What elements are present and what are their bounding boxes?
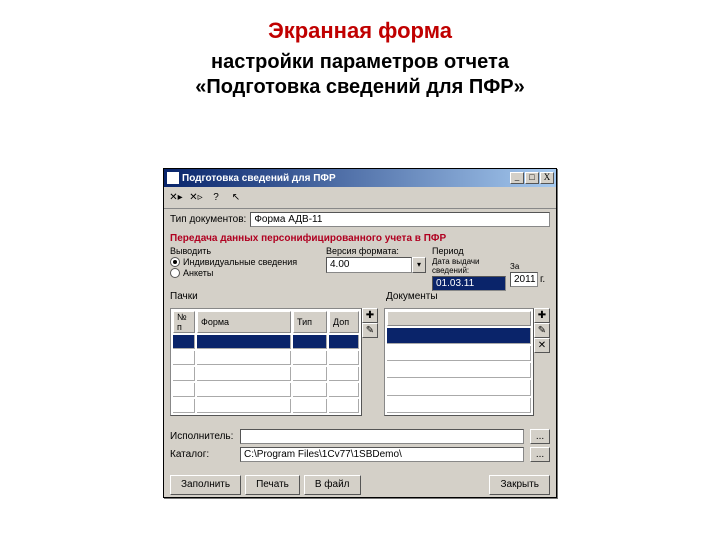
cursor-icon[interactable]: ↖ xyxy=(228,190,244,206)
year-input[interactable]: 2011 xyxy=(510,272,538,287)
toolbar: ✕▸ ✕▹ ? ↖ xyxy=(164,187,556,209)
options-grid: Выводить Индивидуальные сведения Анкеты … xyxy=(164,246,556,291)
table-row[interactable] xyxy=(173,351,359,365)
fill-button[interactable]: Заполнить xyxy=(170,475,241,495)
help-icon[interactable]: ? xyxy=(208,190,224,206)
section-heading: Передача данных персонифицированного уче… xyxy=(164,227,556,246)
radio-individual[interactable]: Индивидуальные сведения xyxy=(170,257,320,267)
col-dop[interactable]: Доп xyxy=(329,311,359,333)
packs-table[interactable]: № п Форма Тип Доп xyxy=(170,308,362,416)
chevron-down-icon[interactable]: ▾ xyxy=(412,257,426,273)
performer-label: Исполнитель: xyxy=(170,431,234,442)
table-row[interactable] xyxy=(387,346,531,361)
minimize-button[interactable]: _ xyxy=(510,172,524,184)
documents-label: Документы xyxy=(386,291,438,302)
radio-dot-icon xyxy=(170,257,180,267)
footer-buttons: Заполнить Печать В файл Закрыть xyxy=(164,469,556,501)
table-row[interactable] xyxy=(387,363,531,378)
table-row[interactable] xyxy=(173,399,359,413)
output-group-label: Выводить xyxy=(170,246,320,256)
radio-individual-label: Индивидуальные сведения xyxy=(183,257,297,267)
col-num[interactable]: № п xyxy=(173,311,195,333)
catalog-browse-button[interactable]: ... xyxy=(530,447,550,462)
year-suffix: г. xyxy=(540,274,545,285)
close-window-button[interactable]: X xyxy=(540,172,554,184)
format-value[interactable]: 4.00 xyxy=(326,257,412,273)
close-button[interactable]: Закрыть xyxy=(489,475,550,495)
za-label: За xyxy=(510,262,550,271)
date-label: Дата выдачи сведений: xyxy=(432,257,506,275)
page-subtitle: настройки параметров отчета «Подготовка … xyxy=(0,50,720,100)
catalog-input[interactable]: C:\Program Files\1Cv77\1SBDemo\ xyxy=(240,447,524,462)
radio-ankety-label: Анкеты xyxy=(183,268,213,278)
performer-browse-button[interactable]: ... xyxy=(530,429,550,444)
packs-add-button[interactable]: ✚ xyxy=(362,308,378,323)
window-title: Подготовка сведений для ПФР xyxy=(182,173,510,184)
docs-add-button[interactable]: ✚ xyxy=(534,308,550,323)
table-row[interactable] xyxy=(173,335,359,349)
page-title: Экранная форма xyxy=(0,18,720,44)
col-form[interactable]: Форма xyxy=(197,311,291,333)
docs-edit-button[interactable]: ✎ xyxy=(534,323,550,338)
doc-type-input[interactable]: Форма АДВ-11 xyxy=(250,212,550,227)
app-icon xyxy=(167,172,179,184)
print-button[interactable]: Печать xyxy=(245,475,300,495)
toolbar-icon-2[interactable]: ✕▹ xyxy=(188,190,204,206)
page-subtitle-line1: настройки параметров отчета xyxy=(0,50,720,75)
to-file-button[interactable]: В файл xyxy=(304,475,361,495)
col-type[interactable]: Тип xyxy=(293,311,327,333)
table-row[interactable] xyxy=(387,398,531,413)
format-label: Версия формата: xyxy=(326,246,426,256)
toolbar-icon-1[interactable]: ✕▸ xyxy=(168,190,184,206)
table-row[interactable] xyxy=(387,380,531,395)
documents-table[interactable] xyxy=(384,308,534,416)
app-window: Подготовка сведений для ПФР _ □ X ✕▸ ✕▹ … xyxy=(163,168,557,498)
docs-delete-button[interactable]: ✕ xyxy=(534,338,550,353)
maximize-button[interactable]: □ xyxy=(525,172,539,184)
table-row[interactable] xyxy=(173,367,359,381)
docs-col[interactable] xyxy=(387,311,531,326)
table-row[interactable] xyxy=(387,328,531,343)
period-group-label: Период xyxy=(432,246,550,256)
tables-row: № п Форма Тип Доп ✚ ✎ xyxy=(164,302,556,422)
table-row[interactable] xyxy=(173,383,359,397)
doc-type-label: Тип документов: xyxy=(170,214,246,225)
date-input[interactable]: 01.03.11 xyxy=(432,276,506,291)
page-subtitle-line2: «Подготовка сведений для ПФР» xyxy=(0,75,720,100)
performer-input[interactable] xyxy=(240,429,524,444)
packs-label: Пачки xyxy=(170,291,386,302)
titlebar[interactable]: Подготовка сведений для ПФР _ □ X xyxy=(164,169,556,187)
radio-ankety[interactable]: Анкеты xyxy=(170,268,320,278)
format-combo[interactable]: 4.00 ▾ xyxy=(326,257,426,273)
doc-type-row: Тип документов: Форма АДВ-11 xyxy=(164,209,556,227)
radio-dot-icon xyxy=(170,268,180,278)
table-labels: Пачки Документы xyxy=(164,291,556,302)
bottom-fields: Исполнитель: ... Каталог: C:\Program Fil… xyxy=(164,422,556,469)
catalog-label: Каталог: xyxy=(170,449,234,460)
packs-edit-button[interactable]: ✎ xyxy=(362,323,378,338)
